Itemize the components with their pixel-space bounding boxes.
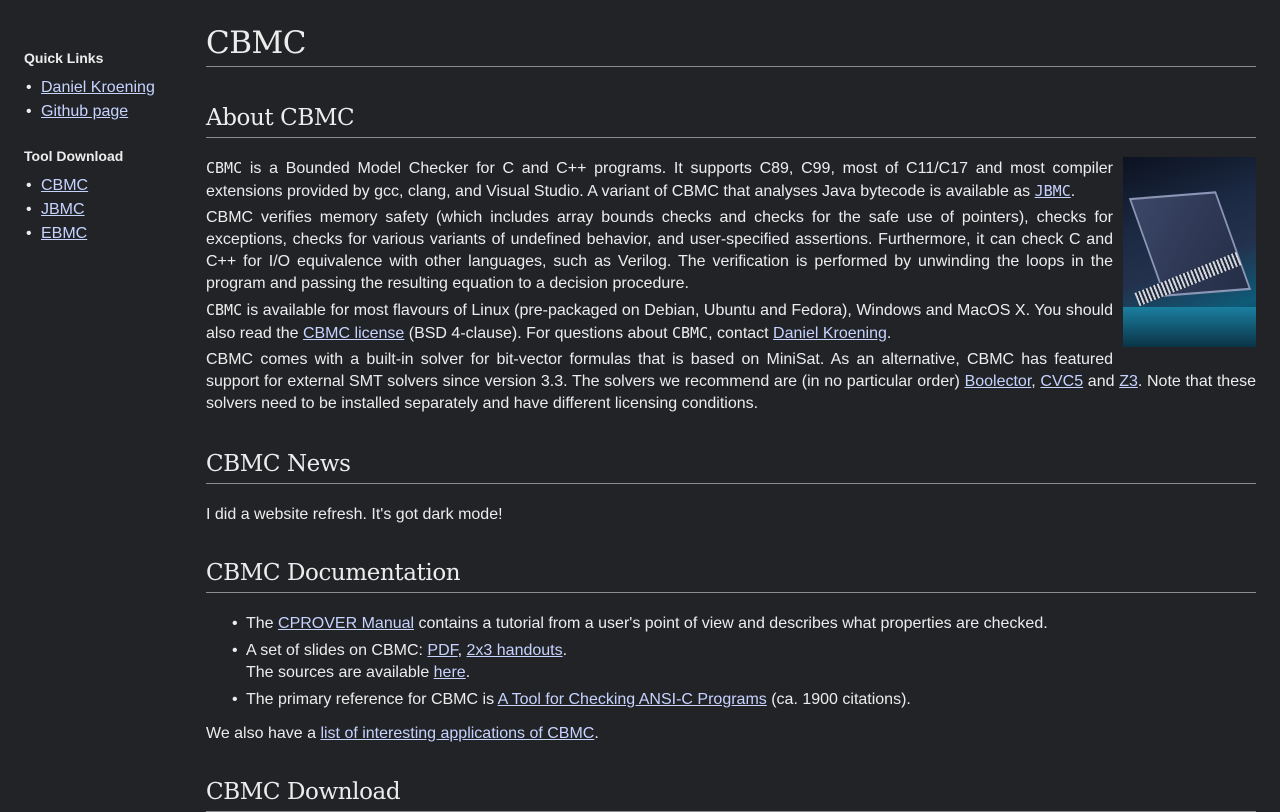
download-heading: CBMC Download bbox=[206, 777, 1256, 812]
link-cvc5[interactable]: CVC5 bbox=[1040, 373, 1083, 390]
about-body: CBMC is a Bounded Model Checker for C an… bbox=[206, 157, 1256, 415]
page-title: CBMC bbox=[206, 22, 1256, 67]
list-item: • The CPROVER Manual contains a tutorial … bbox=[232, 615, 1048, 632]
link-slides-handouts[interactable]: 2x3 handouts bbox=[467, 642, 563, 659]
docs-heading: CBMC Documentation bbox=[206, 558, 1256, 593]
link-contact-daniel-kroening[interactable]: Daniel Kroening bbox=[773, 325, 887, 342]
quick-links-list: • Daniel Kroening • Github page bbox=[24, 76, 184, 124]
link-github-page[interactable]: Github page bbox=[41, 103, 128, 120]
tool-download-heading: Tool Download bbox=[24, 148, 124, 164]
about-section: About CBMC CBMC is a Bounded Model Check… bbox=[206, 103, 1256, 415]
about-paragraph-2: CBMC verifies memory safety (which inclu… bbox=[206, 209, 1113, 292]
news-text: I did a website refresh. It's got dark m… bbox=[206, 506, 503, 523]
list-item: • Daniel Kroening bbox=[26, 79, 155, 96]
link-daniel-kroening[interactable]: Daniel Kroening bbox=[41, 79, 155, 96]
about-heading: About CBMC bbox=[206, 103, 1256, 138]
list-item: • The primary reference for CBMC is A Too… bbox=[232, 691, 911, 708]
main-content: CBMC About CBMC CBMC is a Bounded Model … bbox=[206, 22, 1256, 812]
tool-download-list: • CBMC • JBMC • EBMC bbox=[24, 174, 184, 246]
link-slides-pdf[interactable]: PDF bbox=[427, 642, 457, 659]
link-ebmc-download[interactable]: EBMC bbox=[41, 225, 87, 242]
link-sources-here[interactable]: here bbox=[434, 664, 466, 681]
about-paragraph-3: CBMC is available for most flavours of L… bbox=[206, 301, 1113, 342]
sidebar: Quick Links • Daniel Kroening • Github pag… bbox=[24, 50, 184, 270]
link-cbmc-download[interactable]: CBMC bbox=[41, 177, 88, 194]
link-applications[interactable]: list of interesting applications of CBMC bbox=[320, 725, 594, 742]
chip-photo-icon bbox=[1123, 157, 1256, 347]
download-section: CBMC Download bbox=[206, 777, 1256, 812]
list-item: • JBMC bbox=[26, 201, 85, 218]
list-item: • EBMC bbox=[26, 225, 88, 242]
link-jbmc[interactable]: JBMC bbox=[1035, 182, 1071, 200]
link-cprover-manual[interactable]: CPROVER Manual bbox=[278, 615, 414, 632]
docs-section: CBMC Documentation • The CPROVER Manual c… bbox=[206, 558, 1256, 745]
link-jbmc-download[interactable]: JBMC bbox=[41, 201, 85, 218]
applications-text: We also have a list of interesting appli… bbox=[206, 725, 599, 742]
news-heading: CBMC News bbox=[206, 449, 1256, 484]
about-paragraph-1: CBMC is a Bounded Model Checker for C an… bbox=[206, 159, 1113, 200]
quick-links-heading: Quick Links bbox=[24, 50, 104, 66]
list-item: • A set of slides on CBMC: PDF, 2x3 hando… bbox=[232, 642, 568, 681]
about-paragraph-4: CBMC comes with a built-in solver for bi… bbox=[206, 351, 1257, 412]
list-item: • Github page bbox=[26, 103, 129, 120]
link-boolector[interactable]: Boolector bbox=[965, 373, 1032, 390]
link-z3[interactable]: Z3 bbox=[1119, 373, 1138, 390]
news-section: CBMC News I did a website refresh. It's … bbox=[206, 449, 1256, 526]
link-cbmc-license[interactable]: CBMC license bbox=[303, 325, 404, 342]
docs-list: • The CPROVER Manual contains a tutorial … bbox=[206, 613, 1256, 711]
link-primary-reference[interactable]: A Tool for Checking ANSI-C Programs bbox=[498, 691, 767, 708]
list-item: • CBMC bbox=[26, 177, 89, 194]
